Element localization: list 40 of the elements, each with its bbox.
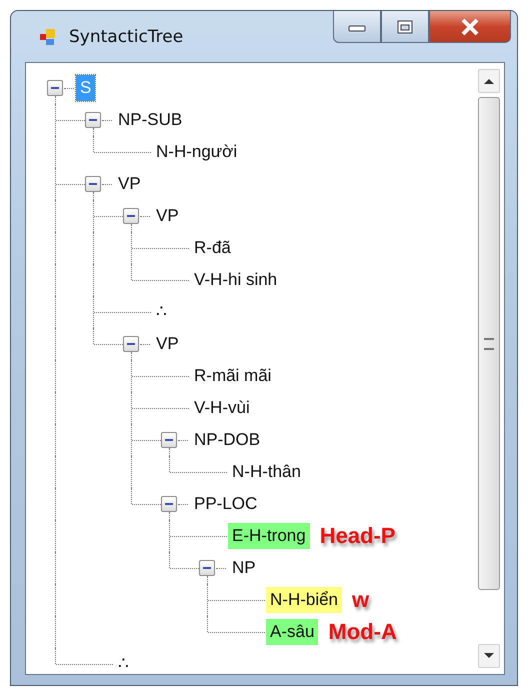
tree-node[interactable]: VP <box>152 331 183 357</box>
collapse-icon[interactable] <box>47 80 63 96</box>
tree-node[interactable]: N-H-thân <box>228 459 305 485</box>
app-icon <box>39 28 57 46</box>
maximize-button[interactable] <box>381 11 429 43</box>
scroll-thumb[interactable] <box>478 97 500 590</box>
collapse-icon[interactable] <box>123 208 139 224</box>
tree-node[interactable]: E-H-trong <box>228 523 310 549</box>
annotation-label: w <box>352 587 370 613</box>
collapse-icon[interactable] <box>161 496 177 512</box>
scroll-up-icon[interactable] <box>478 69 500 93</box>
tree-node[interactable]: VP <box>114 171 145 197</box>
close-icon <box>459 18 481 36</box>
tree-node[interactable]: ∴ <box>114 651 133 674</box>
tree-node[interactable]: A-sâu <box>266 619 318 645</box>
tree-node[interactable]: N-H-biển <box>266 587 342 613</box>
tree-node[interactable]: R-đã <box>190 235 235 261</box>
close-button[interactable] <box>429 11 511 43</box>
window-title: SyntacticTree <box>69 26 184 46</box>
maximize-icon <box>396 18 414 34</box>
collapse-icon[interactable] <box>199 560 215 576</box>
collapse-icon[interactable] <box>85 112 101 128</box>
tree-node[interactable]: NP <box>228 555 260 581</box>
tree-node[interactable]: ∴ <box>152 299 171 325</box>
tree-node[interactable]: N-H-người <box>152 139 242 165</box>
tree-node[interactable]: V-H-vùi <box>190 395 254 421</box>
scrollbar[interactable] <box>478 69 500 668</box>
tree-node[interactable]: VP <box>152 203 183 229</box>
tree-node[interactable]: NP-SUB <box>114 107 186 133</box>
tree-node[interactable]: PP-LOC <box>190 491 262 517</box>
tree-node[interactable]: V-H-hi sinh <box>190 267 282 293</box>
annotation-label: Head-P <box>320 523 396 549</box>
tree-node[interactable]: NP-DOB <box>190 427 264 453</box>
collapse-icon[interactable] <box>85 176 101 192</box>
scroll-down-icon[interactable] <box>478 644 500 668</box>
collapse-icon[interactable] <box>123 336 139 352</box>
collapse-icon[interactable] <box>161 432 177 448</box>
annotation-label: Mod-A <box>328 619 397 645</box>
tree-node[interactable]: R-mãi mãi <box>190 363 276 389</box>
minimize-button[interactable] <box>333 11 381 43</box>
